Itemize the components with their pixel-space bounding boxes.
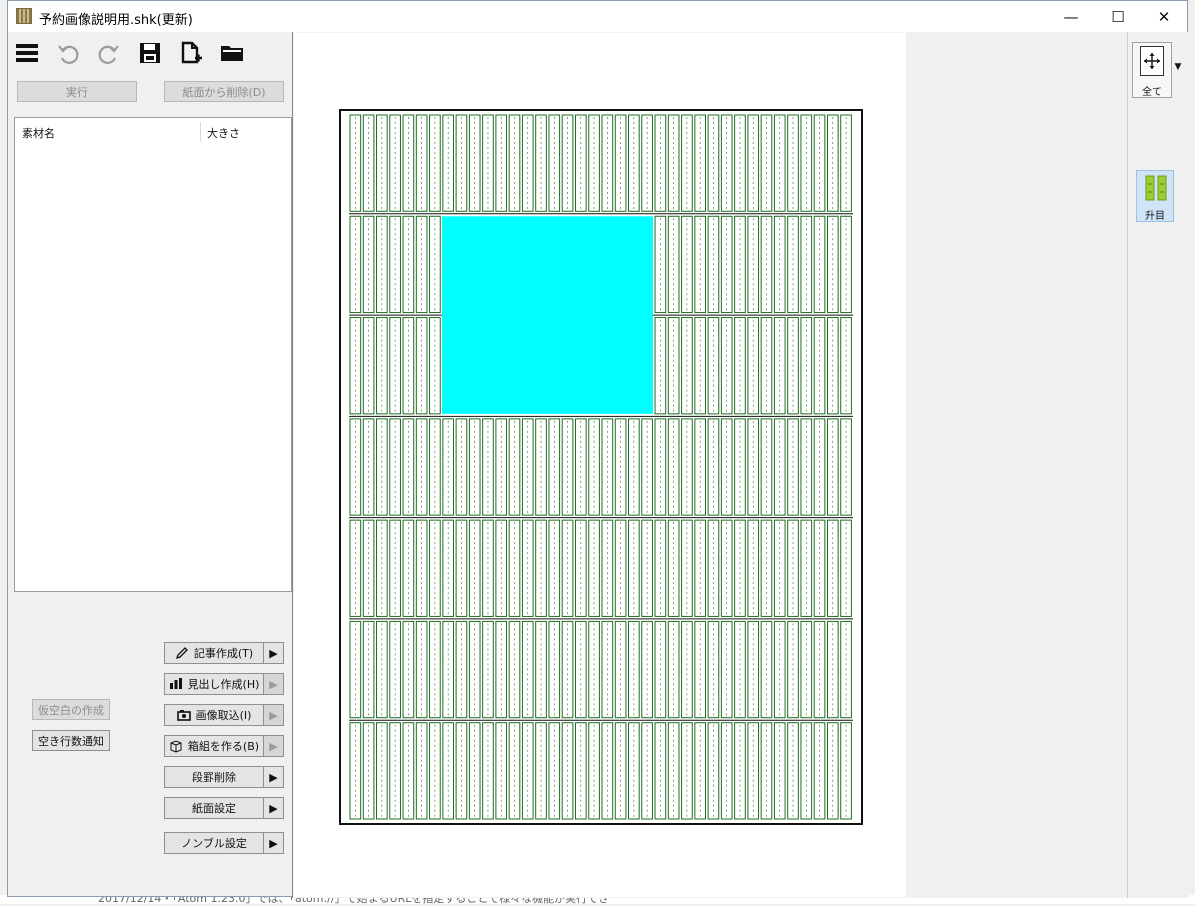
- page-settings-command: 紙面設定 ▶: [164, 797, 284, 819]
- delete-column-rule-command: 段罫削除 ▶: [164, 766, 284, 788]
- camera-icon: [176, 709, 191, 721]
- run-button[interactable]: 実行: [17, 81, 137, 102]
- grid-columns-icon: [1145, 175, 1167, 204]
- right-tool-panel: 全て ▼ 升目: [1127, 32, 1189, 898]
- create-article-menu-arrow[interactable]: ▶: [264, 642, 284, 664]
- maximize-button[interactable]: ☐: [1095, 1, 1141, 32]
- make-box-command: 箱組を作る(B) ▶: [164, 735, 284, 757]
- grid-tool[interactable]: 升目: [1136, 170, 1174, 222]
- select-all-label: 全て: [1142, 87, 1162, 98]
- material-list[interactable]: 素材名 大きさ: [14, 117, 292, 592]
- column-header-name[interactable]: 素材名: [22, 125, 55, 141]
- layout-grid: [349, 114, 853, 820]
- page-settings-button[interactable]: 紙面設定: [164, 797, 264, 819]
- column-divider[interactable]: [200, 122, 201, 142]
- page-settings-menu-arrow[interactable]: ▶: [264, 797, 284, 819]
- move-arrows-icon: [1140, 46, 1164, 76]
- create-headline-menu-arrow[interactable]: ▶: [264, 673, 284, 695]
- paper-sheet: [294, 33, 906, 897]
- undo-icon[interactable]: [54, 39, 82, 67]
- grid-tool-label: 升目: [1145, 211, 1165, 222]
- redo-icon[interactable]: [95, 39, 123, 67]
- delete-column-rule-button[interactable]: 段罫削除: [164, 766, 264, 788]
- make-box-button[interactable]: 箱組を作る(B): [164, 735, 264, 757]
- chevron-down-icon[interactable]: ▼: [1172, 42, 1184, 98]
- select-all-tool[interactable]: 全て: [1132, 42, 1172, 98]
- page-frame[interactable]: [339, 109, 863, 825]
- image-placeholder-block[interactable]: [442, 216, 653, 414]
- page-number-settings-command: ノンブル設定 ▶: [164, 832, 284, 854]
- pencil-icon: [175, 646, 189, 660]
- create-article-button[interactable]: 記事作成(T): [164, 642, 264, 664]
- make-box-menu-arrow[interactable]: ▶: [264, 735, 284, 757]
- import-image-command: 画像取込(I) ▶: [164, 704, 284, 726]
- minimize-button[interactable]: —: [1048, 1, 1094, 32]
- close-button[interactable]: ✕: [1141, 1, 1187, 32]
- create-headline-button[interactable]: 見出し作成(H): [164, 673, 264, 695]
- create-article-command: 記事作成(T) ▶: [164, 642, 284, 664]
- title-bar: 予約画像説明用.shk(更新) — ☐ ✕: [8, 1, 1187, 32]
- app-window: 予約画像説明用.shk(更新) — ☐ ✕ 実行 紙面から削除(D) 素材名 大…: [7, 0, 1189, 898]
- page-number-settings-button[interactable]: ノンブル設定: [164, 832, 264, 854]
- create-headline-command: 見出し作成(H) ▶: [164, 673, 284, 695]
- box-icon: [169, 739, 183, 753]
- remove-from-page-button[interactable]: 紙面から削除(D): [164, 81, 284, 102]
- empty-lines-notice-button[interactable]: 空き行数通知: [32, 730, 110, 751]
- create-temp-blank-button[interactable]: 仮空白の作成: [32, 699, 110, 720]
- chart-icon: [169, 678, 183, 690]
- window-title: 予約画像説明用.shk(更新): [39, 13, 193, 28]
- menu-icon[interactable]: [13, 39, 41, 67]
- column-header-size[interactable]: 大きさ: [207, 125, 240, 141]
- import-image-button[interactable]: 画像取込(I): [164, 704, 264, 726]
- save-icon[interactable]: [136, 39, 164, 67]
- app-icon: [16, 8, 32, 24]
- new-document-icon[interactable]: [177, 39, 205, 67]
- page-canvas[interactable]: [292, 32, 1127, 898]
- delete-column-rule-menu-arrow[interactable]: ▶: [264, 766, 284, 788]
- page-number-settings-menu-arrow[interactable]: ▶: [264, 832, 284, 854]
- import-image-menu-arrow[interactable]: ▶: [264, 704, 284, 726]
- open-folder-icon[interactable]: [218, 39, 246, 67]
